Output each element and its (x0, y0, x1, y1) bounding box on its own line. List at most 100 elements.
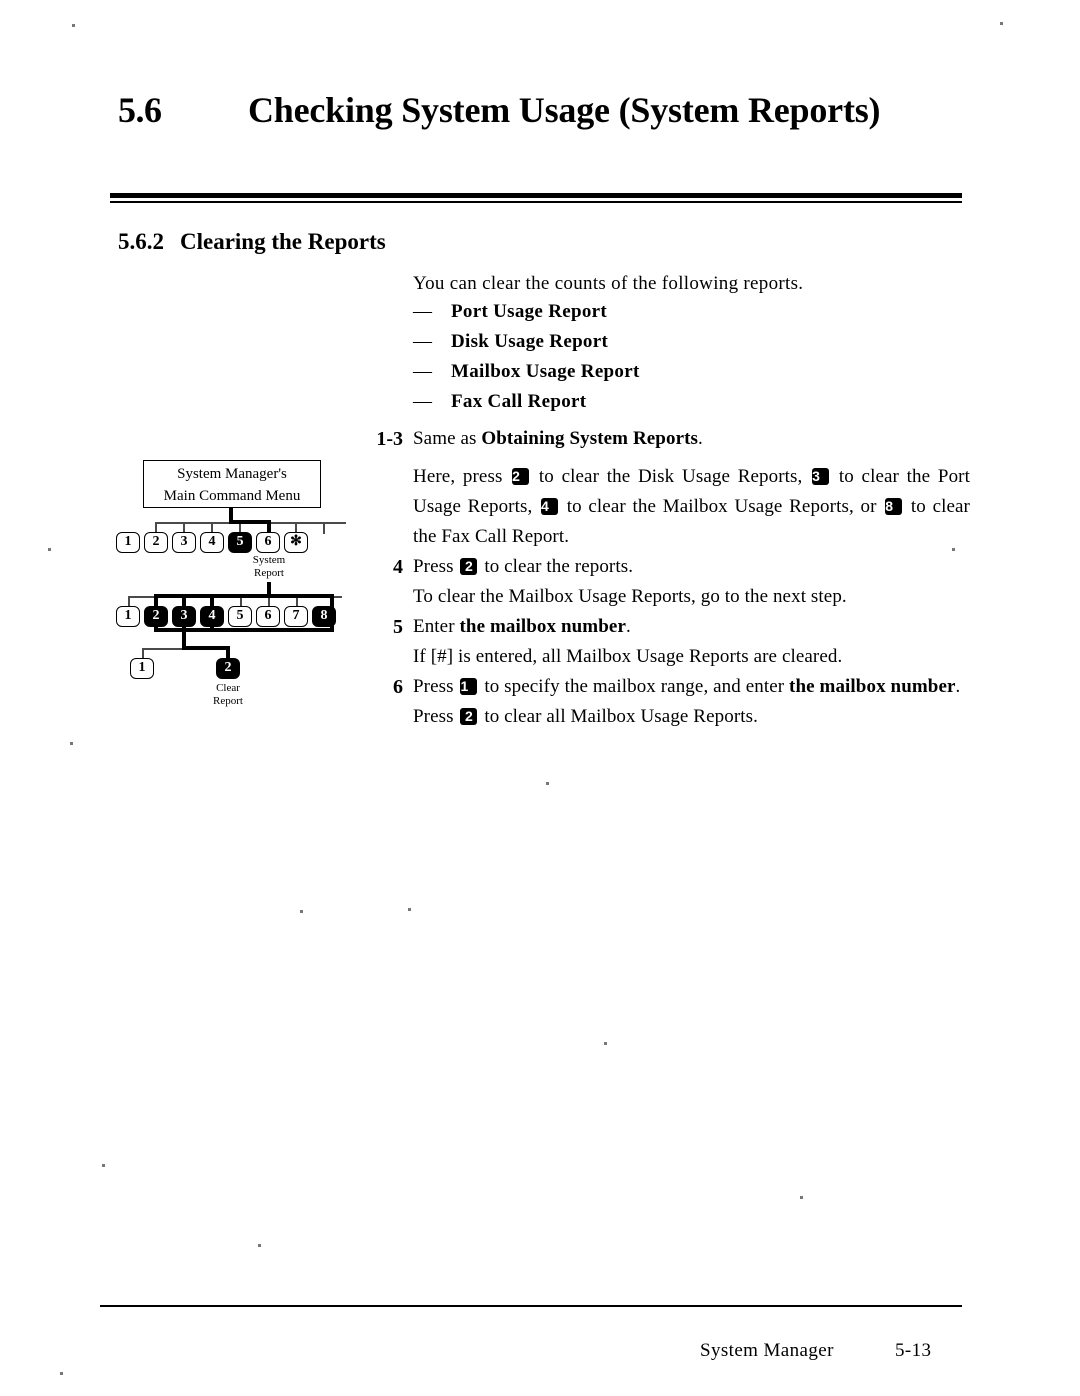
row3-caption-line-1: Clear (216, 682, 240, 694)
step-item: 5 Enter the mailbox number. If [#] is ente… (355, 612, 970, 672)
chapter-title: Checking System Usage (System Reports) (248, 90, 881, 130)
row1-drop-star (323, 522, 325, 534)
scan-speck (102, 1164, 105, 1167)
scan-speck (300, 910, 303, 913)
diagram-key-row2-3-selected: 3 (172, 606, 196, 627)
report-list-item-label: Disk Usage Report (451, 331, 609, 352)
diagram-key-row2-8-selected: 8 (312, 606, 336, 627)
step-number: 5 (393, 616, 403, 638)
step-body: Press 2 to clear all Mailbox Usage Repor… (413, 702, 970, 732)
intro-paragraph: You can clear the counts of the followin… (413, 273, 804, 294)
diagram-key-row2-1: 1 (116, 606, 140, 627)
inline-keycap-2: 2 (460, 708, 478, 725)
step-line: Enter the mailbox number. (413, 616, 631, 637)
list-dash-icon: — (413, 331, 432, 352)
step-item: Press 2 to clear all Mailbox Usage Repor… (355, 702, 970, 732)
row3-bus-line (142, 648, 186, 650)
report-list-item: — Mailbox Usage Report (413, 357, 973, 387)
step-number: 4 (393, 556, 403, 578)
step-item: 1-3 Same as Obtaining System Reports. Here… (355, 424, 970, 552)
key-flow-diagram: System Manager's Main Command Menu Syste… (110, 450, 360, 725)
footer-page-number: 5-13 (895, 1340, 932, 1361)
diagram-key-row2-5: 5 (228, 606, 252, 627)
step-body: Press 1 to specify the mailbox range, an… (413, 672, 970, 702)
step-item: 4 Press 2 to clear the reports. To clear t… (355, 552, 970, 612)
report-list-item: — Port Usage Report (413, 297, 973, 327)
row1-caption-line-2: Report (254, 567, 284, 579)
step-number: 1-3 (376, 428, 403, 450)
row2-bold-bottom-bus (154, 628, 334, 632)
footer-document-name: System Manager (700, 1340, 834, 1361)
step-body: Press 2 to clear the reports. To clear th… (413, 552, 970, 612)
menu-box-line-1: System Manager's (177, 466, 287, 482)
row2-bold-top-bus (154, 594, 334, 598)
section-number: 5.6.2 (118, 229, 164, 254)
inline-keycap-8: 8 (885, 498, 903, 515)
chapter-heading: 5.6 Checking System Usage (System Report… (118, 86, 968, 134)
section-title: Clearing the Reports (180, 229, 386, 254)
step-line: Press 2 to clear all Mailbox Usage Repor… (413, 706, 758, 727)
list-dash-icon: — (413, 361, 432, 382)
step-list: 1-3 Same as Obtaining System Reports. Here… (355, 424, 970, 732)
scan-speck (1000, 22, 1003, 25)
scan-speck (408, 908, 411, 911)
diagram-key-row1-4: 4 (200, 532, 224, 553)
diagram-key-row1-5-selected: 5 (228, 532, 252, 553)
inline-keycap-1: 1 (460, 678, 478, 695)
row3-bold-bus (182, 646, 230, 650)
row3-caption: Clear Report (193, 682, 263, 708)
step-body: Enter the mailbox number. If [#] is enter… (413, 612, 970, 672)
diagram-key-row1-6: 6 (256, 532, 280, 553)
scan-speck (800, 1196, 803, 1199)
step-number: 6 (393, 676, 403, 698)
row1-caption: System Report (234, 554, 304, 580)
diagram-key-row3-2-selected: 2 (216, 658, 240, 679)
scan-speck (952, 548, 955, 551)
diagram-key-row2-7: 7 (284, 606, 308, 627)
scan-speck (604, 1042, 607, 1045)
diagram-key-row1-✻: ✻ (284, 532, 308, 553)
step-subtext: To clear the Mailbox Usage Reports, go t… (413, 586, 847, 607)
scan-speck (48, 548, 51, 551)
diagram-key-row2-2-selected: 2 (144, 606, 168, 627)
row1-bold-bus (229, 520, 271, 524)
chapter-number: 5.6 (118, 90, 162, 130)
report-list-item-label: Mailbox Usage Report (451, 361, 640, 382)
diagram-key-row1-2: 2 (144, 532, 168, 553)
menu-box-line-2: Main Command Menu (163, 488, 301, 504)
scan-speck (60, 1372, 63, 1375)
report-list-item: — Fax Call Report (413, 387, 973, 417)
diagram-key-row2-6: 6 (256, 606, 280, 627)
scan-speck (546, 782, 549, 785)
report-list: — Port Usage Report — Disk Usage Report — Mai… (413, 297, 973, 417)
diagram-key-row3-1: 1 (130, 658, 154, 679)
heading-rule-thin (110, 201, 962, 203)
list-dash-icon: — (413, 301, 432, 322)
emphasis-text: the mailbox number (789, 676, 956, 697)
step-paragraph: Here, press 2 to clear the Disk Usage Re… (413, 466, 970, 547)
row1-caption-line-1: System (252, 554, 286, 566)
diagram-key-row2-4-selected: 4 (200, 606, 224, 627)
step-line: Press 1 to specify the mailbox range, an… (413, 676, 961, 697)
scan-speck (72, 24, 75, 27)
document-page: 5.6 Checking System Usage (System Report… (0, 0, 1080, 1396)
section-heading: 5.6.2 Clearing the Reports (118, 228, 386, 256)
inline-keycap-2: 2 (460, 558, 478, 575)
main-command-menu-box: System Manager's Main Command Menu (143, 460, 321, 508)
scan-speck (258, 1244, 261, 1247)
emphasis-text: the mailbox number (459, 616, 626, 637)
row3-caption-line-2: Report (213, 695, 243, 707)
inline-keycap-3: 3 (812, 468, 830, 485)
step-item: 6 Press 1 to specify the mailbox range, a… (355, 672, 970, 702)
diagram-key-row1-3: 3 (172, 532, 196, 553)
footer-rule (100, 1305, 962, 1307)
step-line: Same as Obtaining System Reports. (413, 428, 703, 449)
step-body: Same as Obtaining System Reports. Here, p… (413, 424, 970, 552)
diagram-key-row1-1: 1 (116, 532, 140, 553)
emphasis-text: Obtaining System Reports (481, 428, 699, 449)
report-list-item: — Disk Usage Report (413, 327, 973, 357)
step-line: Press 2 to clear the reports. (413, 556, 634, 577)
scan-speck (70, 742, 73, 745)
heading-rule-thick (110, 193, 962, 198)
step-subtext: If [#] is entered, all Mailbox Usage Rep… (413, 646, 843, 667)
